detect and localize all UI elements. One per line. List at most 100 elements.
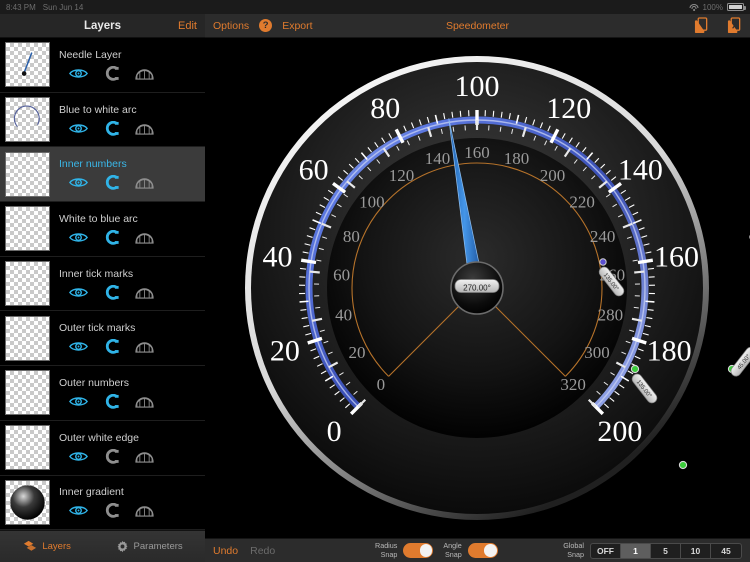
mesh-icon[interactable]: [135, 66, 154, 81]
layer-icon-row: [59, 503, 154, 519]
toolbar-right-group: [694, 17, 742, 34]
help-icon[interactable]: ?: [259, 19, 273, 32]
gear-icon: [117, 540, 128, 553]
layer-info: Inner gradient: [59, 486, 154, 519]
layer-thumbnail[interactable]: [5, 370, 50, 416]
layer-row[interactable]: Blue to white arc: [0, 92, 205, 148]
magnet-icon[interactable]: [102, 448, 121, 464]
layer-row[interactable]: Inner tick marks: [0, 256, 205, 312]
mesh-icon[interactable]: [135, 230, 154, 245]
duplicate-document-icon[interactable]: [694, 17, 709, 34]
eye-icon[interactable]: [69, 285, 88, 300]
magnet-icon[interactable]: [102, 65, 121, 81]
mesh-icon[interactable]: [135, 121, 154, 136]
inner-number-label: 0: [377, 375, 386, 394]
layer-name: White to blue arc: [59, 212, 138, 225]
layer-name: Inner numbers: [59, 158, 127, 171]
layer-row[interactable]: Outer white edge: [0, 420, 205, 476]
eye-icon[interactable]: [69, 394, 88, 409]
undo-button[interactable]: Undo: [213, 545, 238, 557]
outer-number-label: 200: [597, 415, 642, 448]
export-button[interactable]: Export: [282, 20, 312, 32]
layer-info: White to blue arc: [59, 213, 154, 245]
global-snap-segmented-control[interactable]: OFF 1 5 10 45: [590, 542, 742, 559]
design-canvas[interactable]: 0 20 40 60 80 100 120 140 160 180 200 0 20 40 60 80 100…: [205, 38, 750, 538]
layer-thumbnail[interactable]: [5, 151, 50, 197]
radius-snap-toggle[interactable]: [403, 543, 434, 558]
magnet-icon[interactable]: [102, 229, 121, 245]
layer-row[interactable]: Outer tick marks: [0, 311, 205, 367]
layer-thumbnail[interactable]: [5, 479, 50, 525]
magnet-icon[interactable]: [102, 175, 121, 190]
mesh-icon[interactable]: [135, 394, 154, 409]
layer-name: Inner tick marks: [59, 267, 134, 280]
edit-button[interactable]: Edit: [178, 20, 197, 32]
layer-thumbnail[interactable]: [5, 206, 50, 252]
global-snap-option[interactable]: 5: [651, 543, 681, 558]
outer-number-label: 180: [647, 334, 692, 367]
layer-icon-row: [59, 65, 154, 81]
layer-list[interactable]: Needle Layer Blue to white arc Inner num…: [0, 38, 205, 530]
global-snap-label: Global Snap: [563, 541, 584, 559]
eye-icon[interactable]: [69, 121, 88, 136]
speedometer-graphic[interactable]: 020406080100120140160180200 020406080100…: [205, 38, 750, 538]
options-button[interactable]: Options: [213, 20, 249, 32]
inner-number-label: 100: [359, 193, 385, 212]
global-snap-option[interactable]: 1: [621, 543, 651, 558]
inner-number-label: 20: [349, 343, 366, 362]
global-snap-option[interactable]: 10: [681, 543, 711, 558]
mesh-icon[interactable]: [135, 339, 154, 354]
tab-parameters-label: Parameters: [133, 541, 183, 552]
layer-name: Outer white edge: [59, 431, 139, 444]
layer-info: Outer tick marks: [59, 322, 154, 354]
layer-row[interactable]: White to blue arc: [0, 202, 205, 257]
eye-icon[interactable]: [69, 230, 88, 245]
inner-number-label: 300: [584, 343, 610, 362]
inner-number-label: 220: [569, 193, 595, 212]
global-snap-option[interactable]: 45: [711, 544, 741, 558]
eye-icon[interactable]: [69, 449, 88, 464]
magnet-icon[interactable]: [102, 284, 121, 300]
layer-thumbnail[interactable]: [5, 261, 50, 307]
outer-number-label: 0: [327, 415, 342, 448]
layer-thumbnail[interactable]: [5, 315, 50, 361]
layer-row[interactable]: Outer numbers: [0, 366, 205, 421]
magnet-icon[interactable]: [102, 393, 121, 409]
angle-snap-toggle[interactable]: [467, 543, 498, 558]
magnet-icon[interactable]: [102, 339, 121, 354]
main-area: Options ? Export Speedometer 0 20 40 60 …: [205, 14, 750, 562]
tab-parameters[interactable]: Parameters: [116, 540, 183, 553]
outer-number-label: 60: [299, 153, 329, 186]
mesh-icon[interactable]: [135, 175, 154, 190]
layer-icon-row: [59, 339, 154, 354]
layer-info: Blue to white arc: [59, 104, 154, 136]
layer-thumbnail[interactable]: [5, 425, 50, 471]
mesh-icon[interactable]: [135, 285, 154, 300]
magnet-icon[interactable]: [102, 120, 121, 136]
eye-icon[interactable]: [69, 175, 88, 190]
eye-icon[interactable]: [69, 339, 88, 354]
global-snap-option[interactable]: OFF: [591, 543, 621, 558]
export-document-icon[interactable]: [727, 17, 742, 34]
layer-row[interactable]: Needle Layer: [0, 38, 205, 93]
battery-percent: 100%: [702, 2, 723, 12]
mesh-icon[interactable]: [135, 449, 154, 464]
eye-icon[interactable]: [69, 66, 88, 81]
inner-number-label: 200: [540, 166, 566, 185]
magnet-icon[interactable]: [102, 503, 121, 519]
eye-icon[interactable]: [69, 503, 88, 518]
inner-number-label: 120: [389, 166, 415, 185]
layer-row[interactable]: Inner gradient: [0, 475, 205, 530]
outer-number-label: 160: [654, 240, 699, 273]
layer-thumbnail[interactable]: [5, 42, 50, 88]
global-snap-label-line2: Snap: [567, 549, 584, 559]
outer-number-label: 20: [270, 334, 300, 367]
status-bar: 8:43 PM Sun Jun 14 100%: [0, 0, 750, 14]
inner-number-label: 140: [425, 149, 451, 168]
layer-info: Inner numbers: [59, 158, 154, 190]
layer-row[interactable]: Inner numbers: [0, 147, 205, 203]
handle-angle-badge[interactable]: 45.00°: [729, 345, 750, 378]
tab-layers[interactable]: Layers: [22, 539, 71, 554]
mesh-icon[interactable]: [135, 503, 154, 518]
layer-thumbnail[interactable]: [5, 97, 50, 143]
